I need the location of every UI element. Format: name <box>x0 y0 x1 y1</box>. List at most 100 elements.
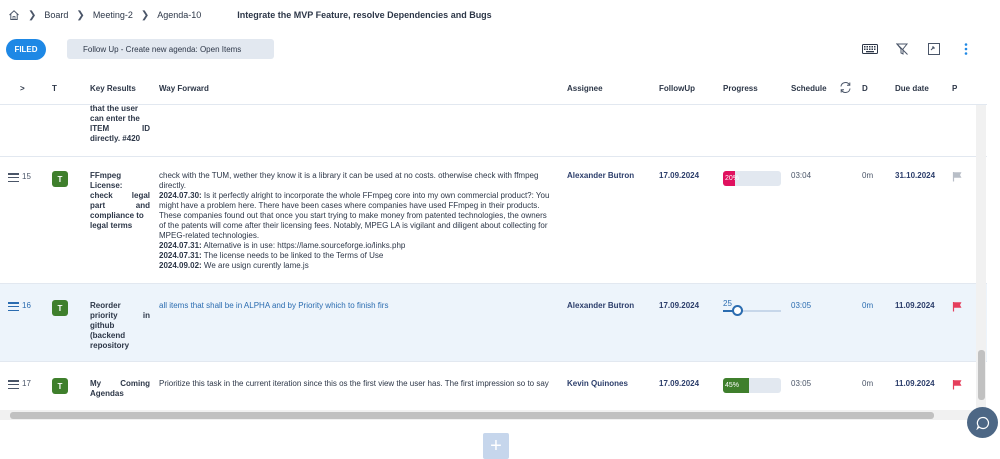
progress-bar[interactable]: 45% <box>723 378 781 393</box>
breadcrumb-agenda[interactable]: Agenda-10 <box>157 10 201 20</box>
row-number: 16 <box>22 301 31 310</box>
keyboard-icon[interactable] <box>862 41 878 57</box>
key-results-line: directly. #420 <box>90 134 141 143</box>
table-row[interactable]: 16 T Reorder priority in github (backend … <box>0 284 987 362</box>
table-row[interactable]: that the user can enter the ITEM ID direc… <box>0 104 987 157</box>
key-results-header[interactable]: Key Results <box>90 84 136 93</box>
drag-handle-icon[interactable] <box>8 380 19 389</box>
add-row-button[interactable]: + <box>483 433 509 459</box>
key-results-line: FFmpeg <box>90 171 122 180</box>
assignee-cell[interactable]: Alexander Butron <box>567 171 634 180</box>
key-results-line: License: <box>90 181 123 190</box>
key-results-word: ITEM <box>90 124 110 133</box>
due-date-header[interactable]: Due date <box>895 84 929 93</box>
schedule-cell: 03:05 <box>791 379 812 388</box>
way-forward-entry: 2024.07.31: Alternative is in use: https… <box>159 241 554 251</box>
chevron-right-icon: ❯ <box>76 9 85 21</box>
flag-icon[interactable] <box>952 301 963 314</box>
entry-date: 2024.07.31: <box>159 241 202 250</box>
filter-off-icon[interactable] <box>894 41 910 57</box>
priority-header[interactable]: P <box>952 84 957 93</box>
way-forward-header[interactable]: Way Forward <box>159 84 209 93</box>
way-forward-entry: 2024.07.30: Is it perfectly alright to i… <box>159 191 554 241</box>
progress-bar[interactable]: 20% <box>723 171 781 186</box>
followup-cell[interactable]: 17.09.2024 <box>659 301 699 310</box>
expand-all-header[interactable]: > <box>20 84 25 93</box>
followup-header[interactable]: FollowUp <box>659 84 695 93</box>
slider-knob[interactable] <box>732 305 743 316</box>
chat-icon[interactable] <box>967 407 998 438</box>
agenda-chip[interactable]: Follow Up - Create new agenda: Open Item… <box>67 39 274 59</box>
more-vertical-icon[interactable] <box>958 41 974 57</box>
key-results-cell[interactable]: My Coming Agendas <box>90 379 150 399</box>
duration-cell: 0m <box>862 171 874 180</box>
key-results-line: github <box>90 321 115 330</box>
entry-date: 2024.09.02: <box>159 261 202 270</box>
drag-handle-icon[interactable] <box>8 302 19 311</box>
duration-cell: 0m <box>862 301 874 310</box>
key-results-line: priority in <box>90 311 150 321</box>
row-number: 15 <box>22 172 31 181</box>
due-date-cell[interactable]: 11.09.2024 <box>895 301 935 310</box>
followup-cell[interactable]: 17.09.2024 <box>659 171 699 180</box>
d-header[interactable]: D <box>862 84 868 93</box>
key-results-line: check legal <box>90 191 150 201</box>
key-results-word: and <box>135 201 150 210</box>
filed-button[interactable]: FILED <box>6 39 46 60</box>
key-results-line: My Coming <box>90 379 150 389</box>
assignee-header[interactable]: Assignee <box>567 84 603 93</box>
way-forward-cell[interactable]: all items that shall be in ALPHA and by … <box>159 301 554 311</box>
schedule-header[interactable]: Schedule <box>791 84 827 93</box>
table-header: > T Key Results Way Forward Assignee Fol… <box>0 72 987 105</box>
type-header[interactable]: T <box>52 84 57 93</box>
entry-date: 2024.07.31: <box>159 251 202 260</box>
table-row[interactable]: 17 T My Coming Agendas Prioritize this ta… <box>0 362 987 410</box>
assignee-cell[interactable]: Kevin Quinones <box>567 379 628 388</box>
schedule-cell: 03:05 <box>791 301 812 310</box>
page-title: Integrate the MVP Feature, resolve Depen… <box>237 10 492 20</box>
table-row[interactable]: 15 T FFmpeg License: check legal part and … <box>0 157 987 284</box>
vertical-scrollbar-thumb[interactable] <box>978 350 985 400</box>
breadcrumb-meeting[interactable]: Meeting-2 <box>93 10 133 20</box>
due-date-cell[interactable]: 11.09.2024 <box>895 379 935 388</box>
key-results-table: > T Key Results Way Forward Assignee Fol… <box>0 72 987 410</box>
key-results-cell[interactable]: FFmpeg License: check legal part and compl… <box>90 171 150 231</box>
breadcrumb: ❯ Board ❯ Meeting-2 ❯ Agenda-10 Integrat… <box>0 0 1000 30</box>
key-results-line: can enter the <box>90 114 140 123</box>
key-results-word: legal <box>131 191 150 200</box>
refresh-icon[interactable] <box>839 81 852 96</box>
key-results-line: Agendas <box>90 389 124 398</box>
key-results-line: part and <box>90 201 150 211</box>
filter-bar: FILED Follow Up - Create new agenda: Ope… <box>0 38 1000 62</box>
chevron-right-icon: ❯ <box>140 9 150 21</box>
key-results-line: ITEM ID <box>90 124 150 134</box>
entry-text: We are usign curently lame.js <box>201 261 309 270</box>
way-forward-intro: check with the TUM, wether they know it … <box>159 171 539 190</box>
way-forward-cell[interactable]: Prioritize this task in the current iter… <box>159 379 554 389</box>
duration-cell: 0m <box>862 379 874 388</box>
flag-icon[interactable] <box>952 379 963 392</box>
home-icon[interactable] <box>8 9 20 21</box>
key-results-line: compliance to <box>90 211 144 220</box>
entry-text: Alternative is in use: https://lame.sour… <box>201 241 406 250</box>
progress-slider[interactable]: 25 <box>723 299 781 316</box>
type-badge[interactable]: T <box>52 171 68 187</box>
key-results-cell[interactable]: Reorder priority in github (backend repos… <box>90 301 150 351</box>
breadcrumb-board[interactable]: Board <box>44 10 68 20</box>
type-badge[interactable]: T <box>52 300 68 316</box>
due-date-cell[interactable]: 31.10.2024 <box>895 171 935 180</box>
horizontal-scrollbar-thumb[interactable] <box>10 412 934 419</box>
assignee-cell[interactable]: Alexander Butron <box>567 301 634 310</box>
row-number: 17 <box>22 379 31 388</box>
progress-header[interactable]: Progress <box>723 84 758 93</box>
fullscreen-icon[interactable] <box>926 41 942 57</box>
followup-cell[interactable]: 17.09.2024 <box>659 379 699 388</box>
drag-handle-icon[interactable] <box>8 173 19 182</box>
key-results-line: Reorder <box>90 301 121 310</box>
type-badge[interactable]: T <box>52 378 68 394</box>
flag-icon[interactable] <box>952 171 963 184</box>
key-results-line: repository <box>90 341 130 350</box>
entry-text: The license needs to be linked to the Te… <box>201 251 384 260</box>
way-forward-cell[interactable]: check with the TUM, wether they know it … <box>159 171 554 271</box>
slider-value: 25 <box>723 299 732 308</box>
